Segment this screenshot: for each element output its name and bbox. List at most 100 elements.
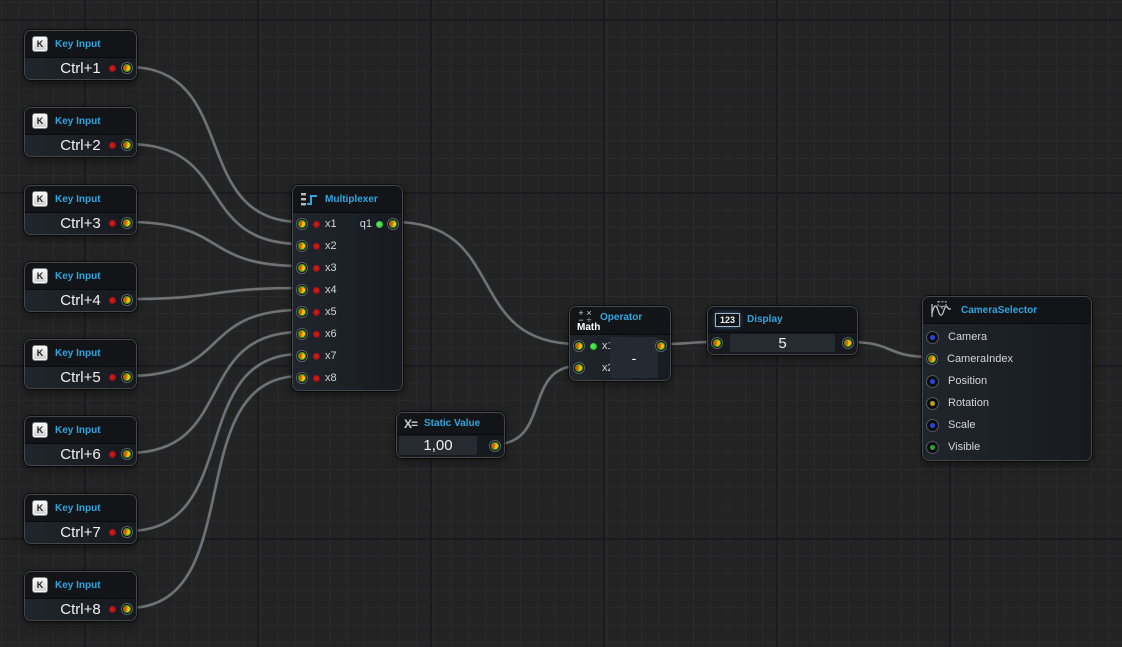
multiplexer-x6-input-port[interactable]: [296, 328, 308, 340]
wire-multiplexer.q1-to-operator.x1: [394, 222, 578, 344]
node-header[interactable]: KKey Input: [25, 572, 136, 598]
x4-red-indicator: [313, 287, 320, 294]
node-key5[interactable]: KKey InputCtrl+5: [24, 339, 137, 389]
camera_selector-Position-input-port[interactable]: [926, 375, 939, 388]
key4-output-port[interactable]: [121, 294, 133, 306]
node-camera_selector[interactable]: CameraSelectorCameraCameraIndexPositionR…: [922, 296, 1092, 461]
node-header[interactable]: 123Display: [708, 307, 857, 332]
key8-output-port[interactable]: [121, 603, 133, 615]
node-body: Ctrl+6: [25, 443, 136, 465]
key2-output-port[interactable]: [121, 139, 133, 151]
port-pin: [389, 220, 397, 228]
display-output-port[interactable]: [842, 337, 854, 349]
key1-output-port[interactable]: [121, 62, 133, 74]
node-body: CameraCameraIndexPositionRotationScaleVi…: [923, 323, 1091, 460]
operation-value[interactable]: -: [610, 337, 658, 378]
camera_selector-Rotation-input-port[interactable]: [926, 397, 939, 410]
input-row-x7: x7: [293, 345, 402, 367]
keyboard-key-icon: K: [32, 36, 48, 52]
node-body: Ctrl+4: [25, 289, 136, 311]
key5-output-port[interactable]: [121, 371, 133, 383]
x3-red-indicator: [313, 265, 320, 272]
camera_selector-Visible-input-port[interactable]: [926, 441, 939, 454]
key-shortcut-value[interactable]: Ctrl+3: [25, 213, 136, 234]
camera_selector-Scale-input-port[interactable]: [926, 419, 939, 432]
node-header[interactable]: KKey Input: [25, 31, 136, 57]
wire-static_value.output-to-operator.x2: [496, 366, 578, 444]
node-title: Key Input: [55, 271, 101, 282]
multiplexer-x5-input-port[interactable]: [296, 306, 308, 318]
port-pin: [930, 335, 935, 340]
multiplexer-x2-input-port[interactable]: [296, 240, 308, 252]
multiplexer-x3-input-port[interactable]: [296, 262, 308, 274]
multiplexer-q1-output-port[interactable]: [387, 218, 399, 230]
node-key7[interactable]: KKey InputCtrl+7: [24, 494, 137, 544]
key-shortcut-value[interactable]: Ctrl+2: [25, 135, 136, 156]
key-shortcut-value[interactable]: Ctrl+5: [25, 367, 136, 388]
node-key1[interactable]: KKey InputCtrl+1: [24, 30, 137, 80]
input-row-x6: x6: [293, 323, 402, 345]
keyboard-key-icon: K: [32, 191, 48, 207]
node-header[interactable]: Multiplexer: [293, 186, 402, 212]
static-value[interactable]: 1,00: [399, 436, 477, 455]
node-operator[interactable]: +×−÷OperatorMath-x1x2: [569, 306, 671, 381]
multiplexer-x4-input-port[interactable]: [296, 284, 308, 296]
key-shortcut-value[interactable]: Ctrl+7: [25, 522, 136, 543]
key-shortcut-value[interactable]: Ctrl+4: [25, 290, 136, 311]
node-graph-canvas[interactable]: KKey InputCtrl+1KKey InputCtrl+2KKey Inp…: [0, 0, 1122, 647]
port-label: x4: [325, 284, 337, 296]
multiplexer-x7-input-port[interactable]: [296, 350, 308, 362]
multiplexer-x1-input-port[interactable]: [296, 218, 308, 230]
port-pin: [123, 296, 131, 304]
port-pin: [298, 330, 306, 338]
node-header[interactable]: KKey Input: [25, 108, 136, 134]
value-field[interactable]: 1,00: [399, 436, 477, 455]
port-pin: [575, 364, 583, 372]
x7-red-indicator: [313, 353, 320, 360]
camera_selector-CameraIndex-input-port[interactable]: [926, 353, 938, 365]
node-header[interactable]: X=Static Value: [397, 413, 504, 434]
key-shortcut-value[interactable]: Ctrl+8: [25, 599, 136, 620]
node-key3[interactable]: KKey InputCtrl+3: [24, 185, 137, 235]
node-header[interactable]: KKey Input: [25, 186, 136, 212]
port-pin: [930, 423, 935, 428]
node-header[interactable]: CameraSelector: [923, 297, 1091, 323]
node-key6[interactable]: KKey InputCtrl+6: [24, 416, 137, 466]
static_value-output-port[interactable]: [489, 440, 501, 452]
port-label: x7: [325, 350, 337, 362]
node-header[interactable]: KKey Input: [25, 495, 136, 521]
operator-output-port[interactable]: [655, 340, 667, 352]
x5-red-indicator: [313, 309, 320, 316]
key2-red-indicator: [109, 142, 116, 149]
camera_selector-Camera-input-port[interactable]: [926, 331, 939, 344]
node-multiplexer[interactable]: Multiplexerx1x2x3x4x5x6x7x8q1: [292, 185, 403, 391]
operator-x2-input-port[interactable]: [573, 362, 585, 374]
port-pin: [123, 64, 131, 72]
node-header[interactable]: KKey Input: [25, 263, 136, 289]
operator-x1-input-port[interactable]: [573, 340, 585, 352]
key3-output-port[interactable]: [121, 217, 133, 229]
node-key2[interactable]: KKey InputCtrl+2: [24, 107, 137, 157]
node-header[interactable]: +×−÷OperatorMath: [570, 307, 670, 334]
node-header[interactable]: KKey Input: [25, 340, 136, 366]
node-header[interactable]: KKey Input: [25, 417, 136, 443]
node-display[interactable]: 123Display 5: [707, 306, 858, 355]
x2-red-indicator: [313, 243, 320, 250]
key5-red-indicator: [109, 374, 116, 381]
port-pin: [298, 374, 306, 382]
multiplexer-x8-input-port[interactable]: [296, 372, 308, 384]
key6-output-port[interactable]: [121, 448, 133, 460]
key7-output-port[interactable]: [121, 526, 133, 538]
port-pin: [123, 450, 131, 458]
node-key4[interactable]: KKey InputCtrl+4: [24, 262, 137, 312]
node-title: Key Input: [55, 116, 101, 127]
port-label: x5: [325, 306, 337, 318]
value-field: 5: [730, 334, 835, 352]
keyboard-key-icon: K: [32, 422, 48, 438]
key-shortcut-value[interactable]: Ctrl+1: [25, 58, 136, 79]
node-static_value[interactable]: X=Static Value 1,00: [396, 412, 505, 458]
key-shortcut-value[interactable]: Ctrl+6: [25, 444, 136, 465]
node-key8[interactable]: KKey InputCtrl+8: [24, 571, 137, 621]
port-label: x2: [325, 240, 337, 252]
display-input-port[interactable]: [711, 337, 723, 349]
